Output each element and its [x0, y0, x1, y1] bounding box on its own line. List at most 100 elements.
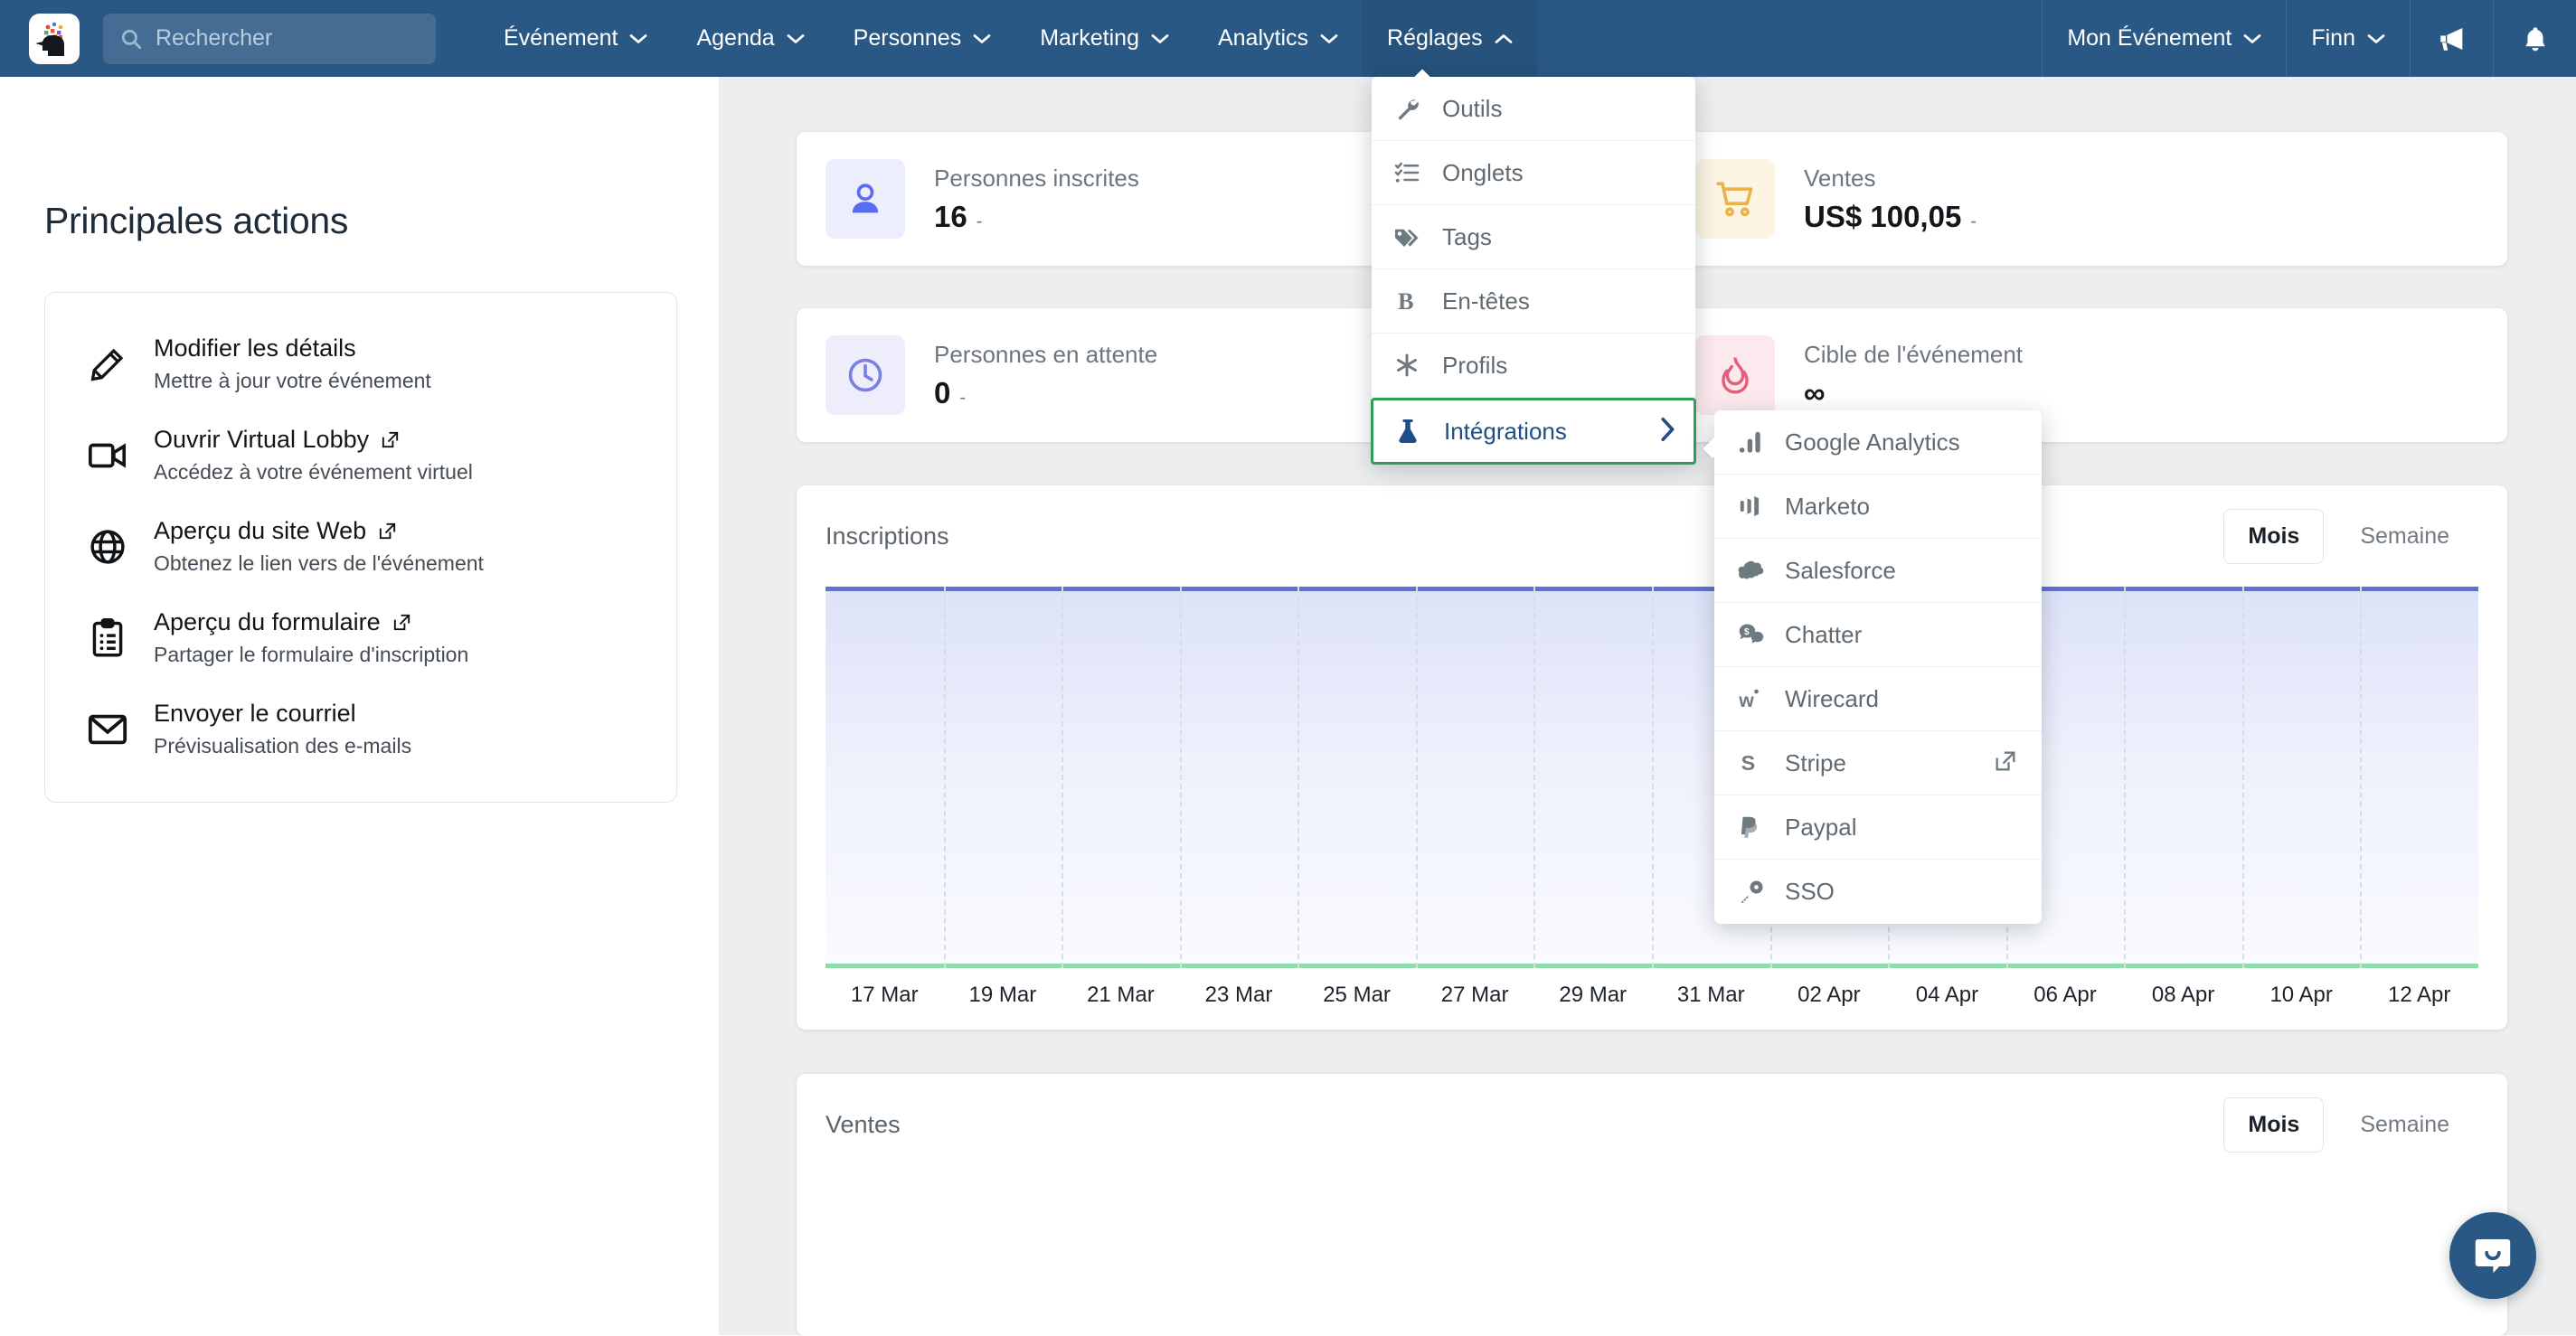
submenu-item-wirecard[interactable]: w Wirecard: [1714, 667, 2042, 731]
chart-x-tick-label: 17 Mar: [851, 983, 919, 1008]
app-logo[interactable]: [29, 14, 80, 64]
action-title: Envoyer le courriel: [154, 700, 411, 728]
asterisk-icon: [1393, 352, 1430, 379]
chevron-up-icon: [1495, 33, 1513, 44]
chart-gridline: [944, 587, 946, 968]
svg-text:$: $: [1744, 627, 1750, 637]
top-navbar: Événement Agenda Personnes Marketing Ana…: [0, 0, 2576, 77]
nav-item-label: Agenda: [696, 25, 774, 52]
nav-item-label: Personnes: [854, 25, 962, 52]
action-text: Envoyer le courriel Prévisualisation des…: [154, 700, 411, 758]
nav-item-reglages[interactable]: Réglages: [1363, 0, 1537, 77]
announcements-button[interactable]: [2410, 0, 2493, 77]
intercom-chat-launcher[interactable]: [2449, 1212, 2536, 1299]
menu-item-onglets[interactable]: Onglets: [1372, 141, 1695, 205]
clock-icon: [826, 335, 905, 415]
checklist-icon: [1393, 159, 1430, 186]
stat-value-line: ∞: [1804, 376, 2023, 410]
menu-item-profils[interactable]: Profils: [1372, 334, 1695, 398]
key-icon: [1738, 879, 1772, 906]
submenu-item-google-analytics[interactable]: Google Analytics: [1714, 410, 2042, 475]
sidebar: Principales actions Modifier les détails…: [0, 77, 719, 1335]
user-menu[interactable]: Finn: [2286, 0, 2410, 77]
nav-item-personnes[interactable]: Personnes: [829, 0, 1016, 77]
action-modifier-les-details[interactable]: Modifier les détails Mettre à jour votre…: [45, 318, 676, 409]
chevron-down-icon: [1151, 33, 1169, 44]
submenu-item-label: Google Analytics: [1785, 428, 1960, 456]
action-title: Aperçu du site Web: [154, 517, 484, 545]
tab-semaine[interactable]: Semaine: [2336, 1098, 2473, 1152]
chart-x-tick-label: 08 Apr: [2152, 983, 2214, 1008]
submenu-item-paypal[interactable]: Paypal: [1714, 795, 2042, 860]
action-apercu-du-formulaire[interactable]: Aperçu du formulaire Partager le formula…: [45, 592, 676, 683]
search-box[interactable]: [103, 14, 436, 64]
search-icon: [119, 27, 143, 51]
stat-card-ventes[interactable]: Ventes US$ 100,05 -: [1666, 132, 2507, 266]
stat-value: 0: [934, 376, 950, 410]
nav-item-agenda[interactable]: Agenda: [672, 0, 828, 77]
megaphone-icon: [2437, 24, 2467, 54]
submenu-item-marketo[interactable]: Marketo: [1714, 475, 2042, 539]
stat-label: Personnes en attente: [934, 341, 1157, 369]
stat-value-line: 16 -: [934, 200, 1139, 234]
marketo-icon: [1738, 494, 1772, 519]
action-title-label: Modifier les détails: [154, 334, 356, 362]
search-input[interactable]: [156, 25, 418, 52]
submenu-item-chatter[interactable]: $ Chatter: [1714, 603, 2042, 667]
chevron-down-icon: [629, 33, 647, 44]
tab-mois[interactable]: Mois: [2223, 509, 2324, 564]
chart-gridline: [2124, 587, 2126, 968]
stat-body: Ventes US$ 100,05 -: [1804, 165, 1977, 234]
submenu-item-label: Stripe: [1785, 749, 1846, 777]
navbar-right: Mon Événement Finn: [2042, 0, 2576, 77]
action-title-label: Envoyer le courriel: [154, 700, 356, 728]
action-title-label: Aperçu du site Web: [154, 517, 366, 545]
chart-x-axis-labels: 17 Mar19 Mar21 Mar23 Mar25 Mar27 Mar29 M…: [826, 968, 2478, 1022]
menu-item-label: Outils: [1442, 95, 1502, 123]
menu-item-en-tetes[interactable]: B En-têtes: [1372, 269, 1695, 334]
submenu-item-stripe[interactable]: S Stripe: [1714, 731, 2042, 795]
inscriptions-chart: 17 Mar19 Mar21 Mar23 Mar25 Mar27 Mar29 M…: [797, 587, 2507, 1022]
svg-text:w: w: [1738, 690, 1754, 711]
bar-chart-icon: [1738, 429, 1772, 455]
wirecard-w-icon: w: [1738, 686, 1772, 711]
action-text: Modifier les détails Mettre à jour votre…: [154, 334, 431, 393]
submenu-item-salesforce[interactable]: Salesforce: [1714, 539, 2042, 603]
action-envoyer-le-courriel[interactable]: Envoyer le courriel Prévisualisation des…: [45, 683, 676, 775]
action-text: Ouvrir Virtual Lobby Accédez à votre évé…: [154, 426, 473, 485]
cloud-icon: [1738, 559, 1772, 582]
menu-item-label: Tags: [1442, 223, 1492, 251]
nav-item-marketing[interactable]: Marketing: [1015, 0, 1194, 77]
settings-dropdown-menu: Outils Onglets Tags B En-têtes: [1372, 77, 1695, 465]
nav-item-analytics[interactable]: Analytics: [1194, 0, 1363, 77]
event-selector[interactable]: Mon Événement: [2042, 0, 2286, 77]
chart-x-tick-label: 12 Apr: [2388, 983, 2450, 1008]
notifications-button[interactable]: [2493, 0, 2576, 77]
stat-label: Ventes: [1804, 165, 1977, 193]
submenu-item-label: Marketo: [1785, 493, 1870, 521]
nav-item-evenement[interactable]: Événement: [479, 0, 672, 77]
panel-ventes: Ventes Mois Semaine: [797, 1074, 2507, 1336]
cart-icon: [1695, 159, 1775, 239]
tab-mois[interactable]: Mois: [2223, 1097, 2324, 1153]
external-link-icon: [377, 521, 398, 541]
nav-item-label: Analytics: [1218, 25, 1308, 52]
submenu-item-sso[interactable]: SSO: [1714, 860, 2042, 924]
stat-value-line: 0 -: [934, 376, 1157, 410]
action-text: Aperçu du formulaire Partager le formula…: [154, 608, 468, 667]
menu-item-label: Intégrations: [1444, 418, 1567, 446]
chart-gridline: [2360, 587, 2362, 968]
event-selector-label: Mon Événement: [2067, 25, 2232, 52]
menu-item-tags[interactable]: Tags: [1372, 205, 1695, 269]
stat-delta: -: [1970, 212, 1977, 232]
menu-item-integrations[interactable]: Intégrations: [1371, 398, 1696, 465]
stripe-s-icon: S: [1738, 750, 1772, 776]
menu-item-outils[interactable]: Outils: [1372, 77, 1695, 141]
submenu-item-label: SSO: [1785, 878, 1835, 906]
stat-value: ∞: [1804, 376, 1826, 410]
clipboard-icon: [80, 617, 136, 659]
wrench-icon: [1393, 95, 1430, 122]
tab-semaine[interactable]: Semaine: [2336, 510, 2473, 563]
action-apercu-du-site-web[interactable]: Aperçu du site Web Obtenez le lien vers …: [45, 501, 676, 592]
action-ouvrir-virtual-lobby[interactable]: Ouvrir Virtual Lobby Accédez à votre évé…: [45, 409, 676, 501]
